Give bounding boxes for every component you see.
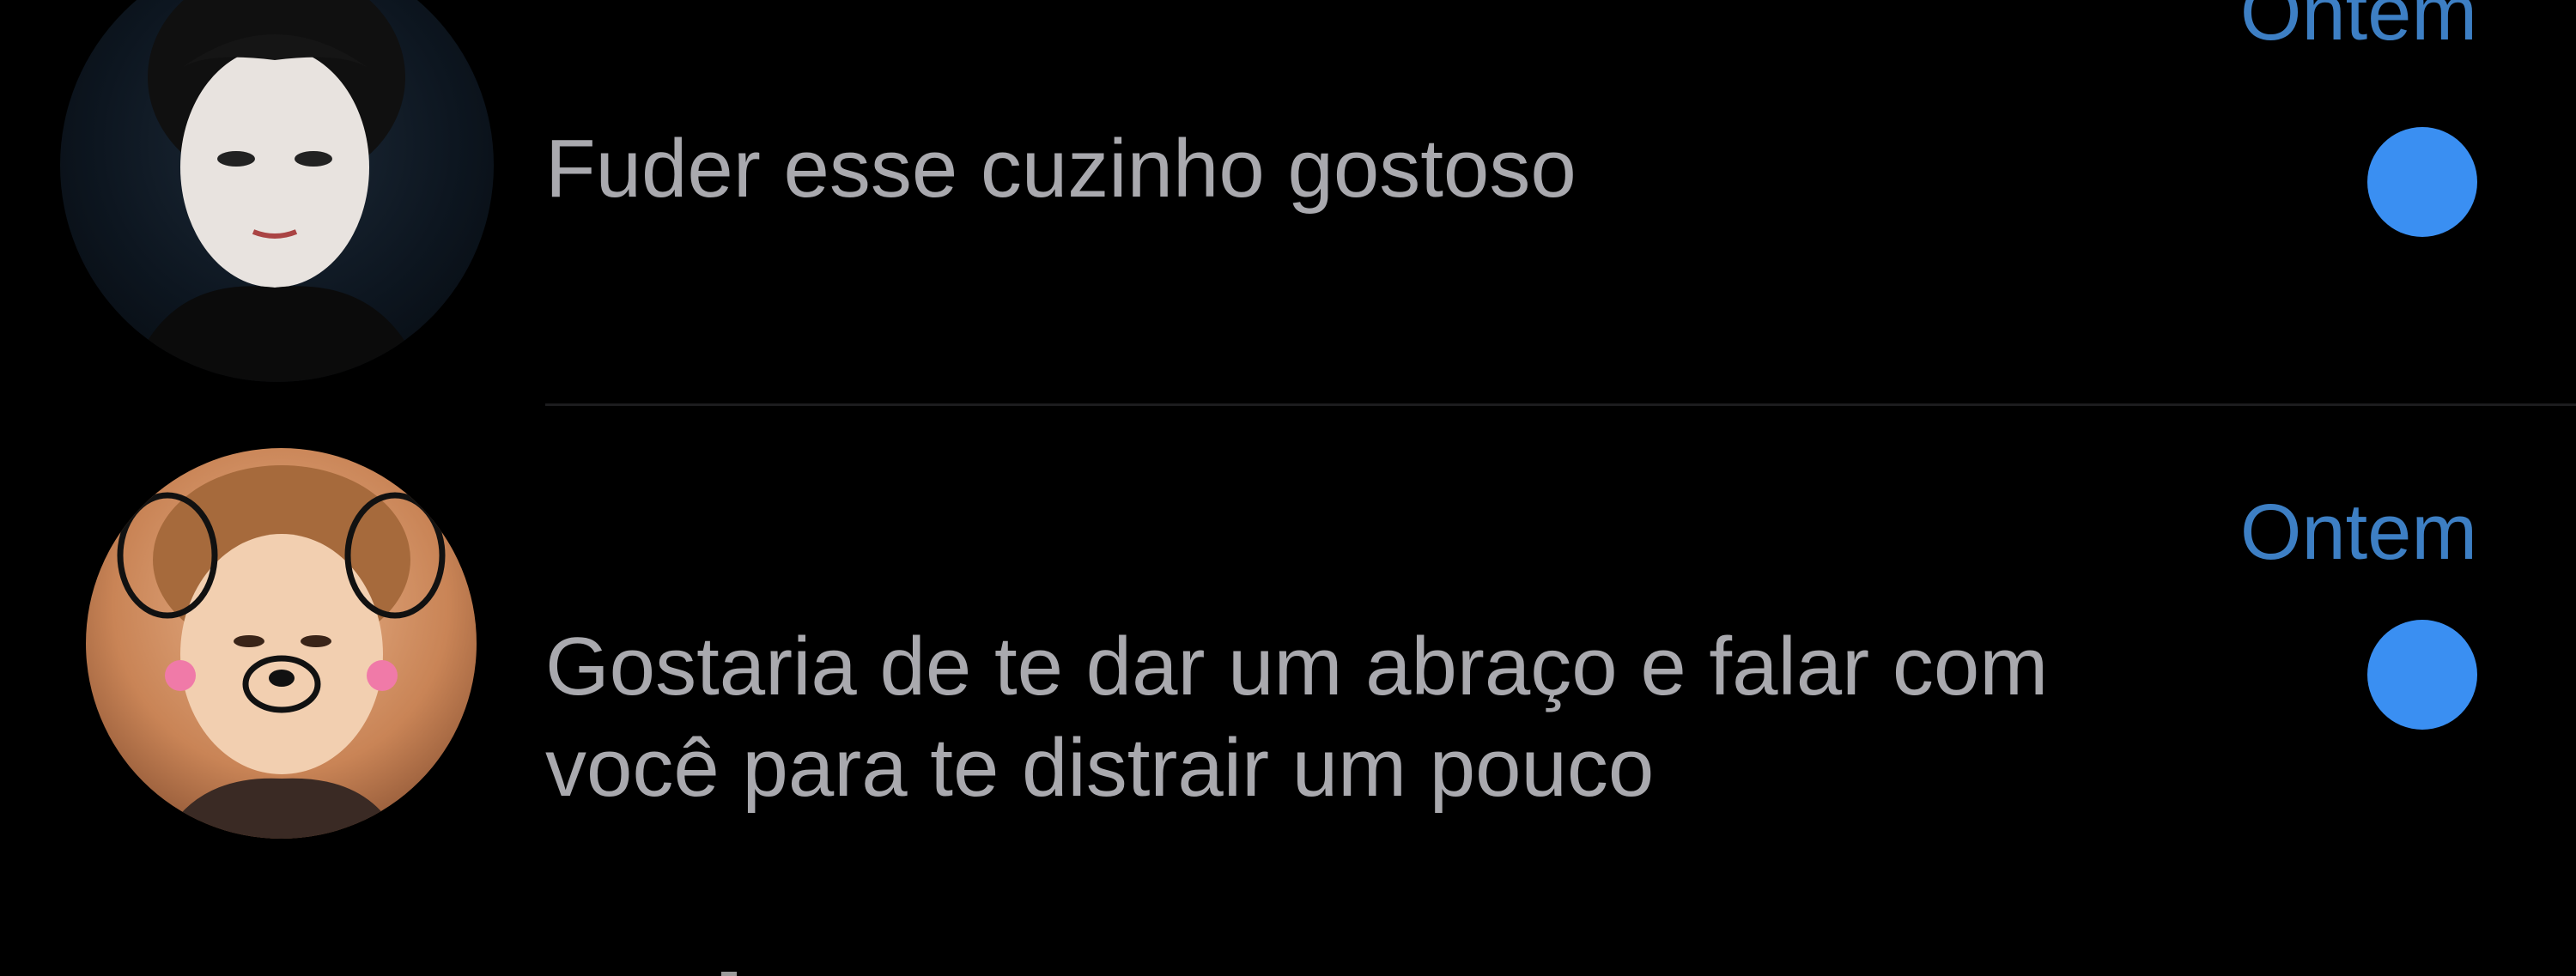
conversation-row[interactable]: Fuder esse cuzinho gostoso Ontem (0, 0, 2576, 403)
conversation-row[interactable]: Gostaria de te dar um abraço e falar com… (0, 403, 2576, 976)
message-preview: Fuder esse cuzinho gostoso (545, 123, 1577, 215)
avatar[interactable] (60, 0, 494, 382)
avatar[interactable] (86, 448, 477, 839)
message-preview: Gostaria de te dar um abraço e falar com… (545, 621, 2049, 814)
timestamp: Ontem (2239, 488, 2477, 576)
timestamp: Ontem (2239, 0, 2477, 57)
contact-name-redacted (721, 972, 737, 976)
conversation-list: Fuder esse cuzinho gostoso Ontem Gostari… (0, 0, 2576, 976)
unread-indicator (2367, 620, 2477, 730)
avatar-photo-icon (129, 0, 425, 382)
unread-indicator (2367, 127, 2477, 237)
avatar-photo-icon (117, 465, 446, 839)
